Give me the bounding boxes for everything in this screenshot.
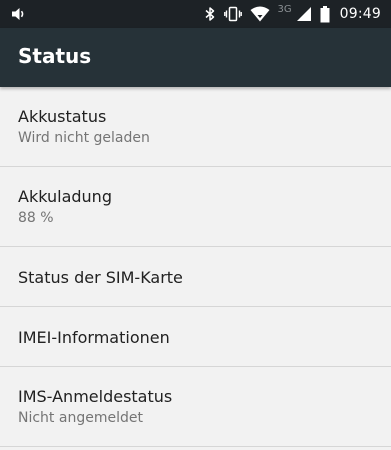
item-title: IMEI-Informationen [18,328,170,347]
vibrate-icon [223,6,242,22]
cell-signal-icon [296,6,312,22]
clock: 09:49 [339,6,381,22]
list-item-sim-status[interactable]: Status der SIM-Karte [0,247,391,307]
item-title: Akkustatus [18,107,107,126]
list-item-imei[interactable]: IMEI-Informationen [0,307,391,367]
item-summary: 88 % [18,210,54,226]
status-bar: 3G 09:49 [0,0,391,28]
page-title: Status [18,44,92,68]
battery-icon [320,5,330,23]
list-item-akkuladung[interactable]: Akkuladung 88 % [0,167,391,247]
network-type-label: 3G [277,3,292,15]
item-summary: Wird nicht geladen [18,130,150,146]
wifi-icon [250,6,270,22]
status-icons: 3G 09:49 [204,0,381,28]
bluetooth-icon [204,6,216,22]
app-toolbar: Status [0,28,391,87]
item-summary: Nicht angemeldet [18,410,143,426]
volume-icon [10,5,28,23]
item-title: IMS-Anmeldestatus [18,387,173,406]
item-title: Akkuladung [18,187,112,206]
status-list: Akkustatus Wird nicht geladen Akkuladung… [0,87,391,447]
item-title: Status der SIM-Karte [18,268,183,287]
list-item-akkustatus[interactable]: Akkustatus Wird nicht geladen [0,87,391,167]
list-item-ims-status[interactable]: IMS-Anmeldestatus Nicht angemeldet [0,367,391,447]
